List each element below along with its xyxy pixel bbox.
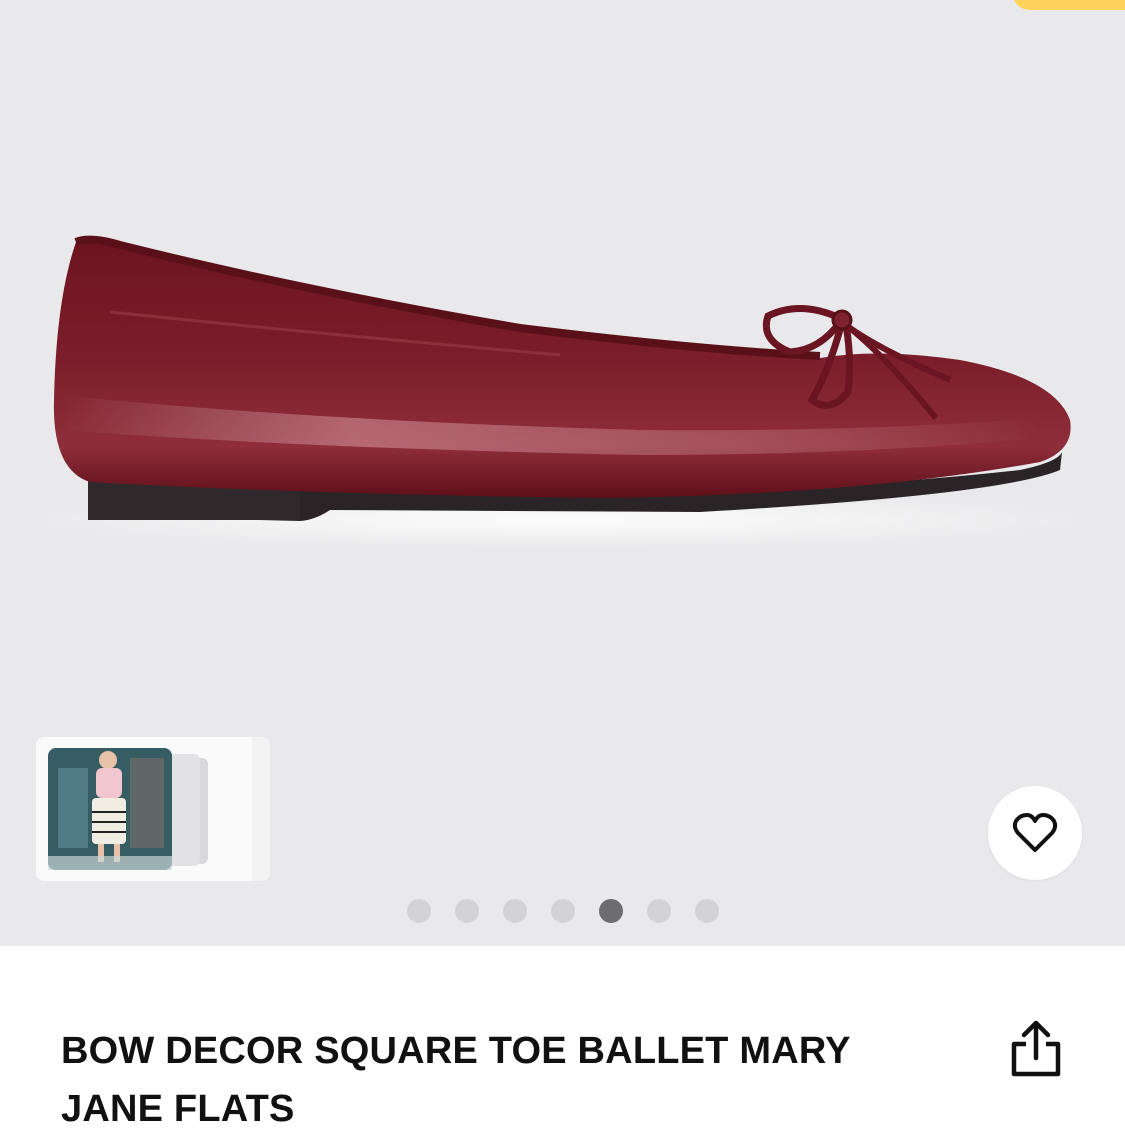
thumbnail-strip[interactable] <box>36 737 270 881</box>
product-image-gallery[interactable] <box>0 0 1125 946</box>
pagination-dot[interactable] <box>694 899 719 923</box>
heart-icon <box>1012 813 1058 852</box>
pagination-dot[interactable] <box>502 899 527 923</box>
share-icon[interactable] <box>1006 1018 1066 1080</box>
product-title: BOW DECOR SQUARE TOE BALLET MARY JANE FL… <box>61 1030 850 1130</box>
chevron-right-icon <box>268 792 270 826</box>
pagination-dot[interactable] <box>550 899 575 923</box>
corner-badge <box>1012 0 1125 10</box>
image-pagination-dots <box>0 899 1125 925</box>
next-thumbnails-button[interactable] <box>252 737 270 881</box>
thumbnail-image[interactable] <box>48 748 254 870</box>
product-image <box>0 235 1120 550</box>
pagination-dot[interactable] <box>406 899 431 923</box>
pagination-dot[interactable] <box>454 899 479 923</box>
pagination-dot-active[interactable] <box>598 899 623 923</box>
pagination-dot[interactable] <box>646 899 671 923</box>
favorite-button[interactable] <box>988 786 1082 880</box>
